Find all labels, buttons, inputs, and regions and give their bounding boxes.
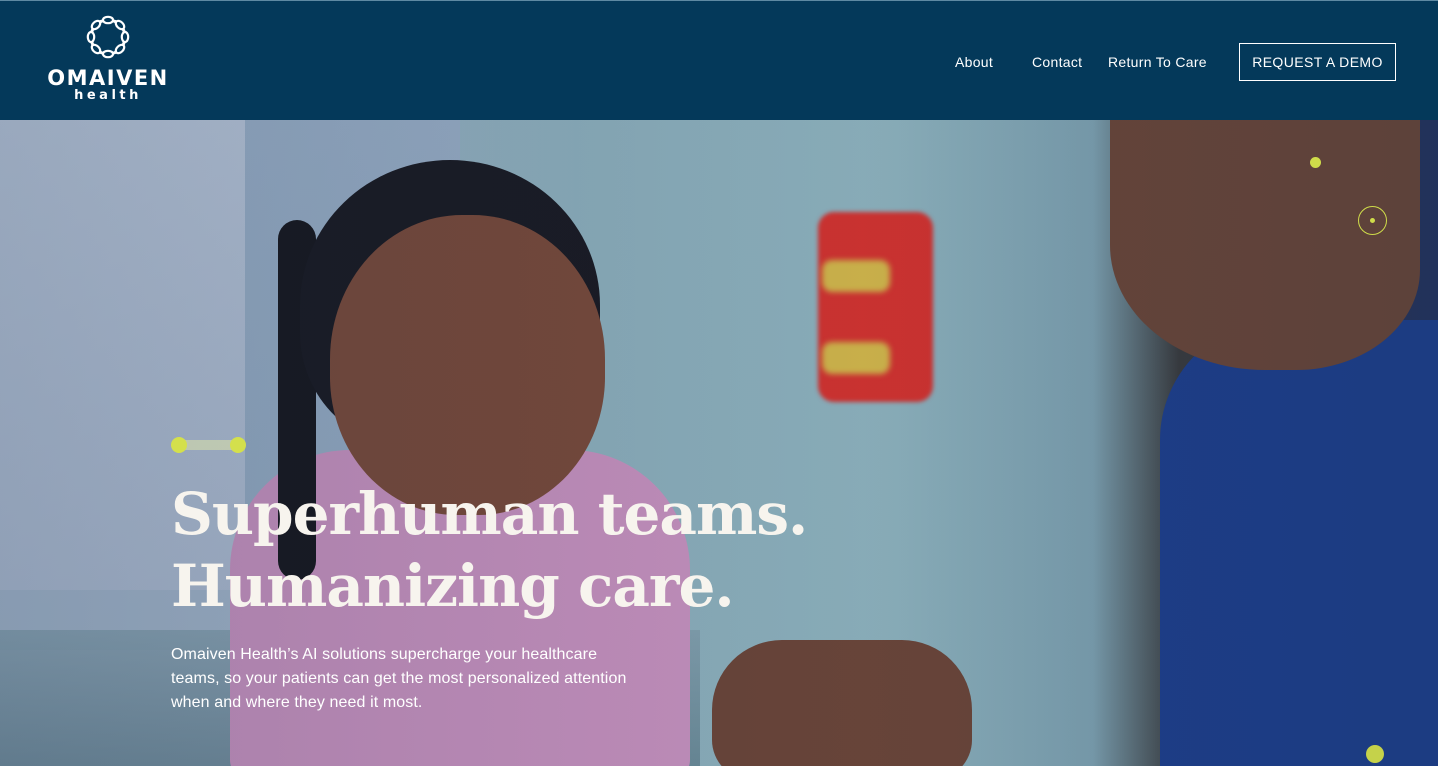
- slider-track: [179, 440, 237, 450]
- decorative-dot-icon: [1366, 745, 1384, 763]
- omaiven-logo[interactable]: OMAIVEN health: [38, 13, 178, 109]
- nav-return-to-care[interactable]: Return To Care: [1108, 52, 1207, 72]
- nav-about[interactable]: About: [955, 52, 993, 72]
- slider-dot-1[interactable]: [171, 437, 187, 453]
- hero-headline: Superhuman teams. Humanizing care.: [171, 478, 871, 622]
- nav-contact[interactable]: Contact: [1032, 52, 1082, 72]
- hero-body-text: Omaiven Health’s AI solutions supercharg…: [171, 646, 627, 711]
- headline-line-1: Superhuman teams.: [171, 480, 808, 548]
- hero-slider-pagination[interactable]: [171, 437, 246, 453]
- site-header: OMAIVEN health About Contact Return To C…: [0, 0, 1438, 120]
- brand-name: OMAIVEN: [47, 66, 169, 90]
- brand-sub: health: [74, 88, 142, 103]
- slider-dot-2[interactable]: [230, 437, 246, 453]
- request-demo-button[interactable]: REQUEST A DEMO: [1239, 43, 1396, 81]
- decorative-dot-icon: [1310, 157, 1321, 168]
- headline-line-2: Humanizing care.: [171, 552, 735, 620]
- decorative-ring-center-icon: [1370, 218, 1375, 223]
- omaiven-ring-logo-icon: [86, 15, 130, 59]
